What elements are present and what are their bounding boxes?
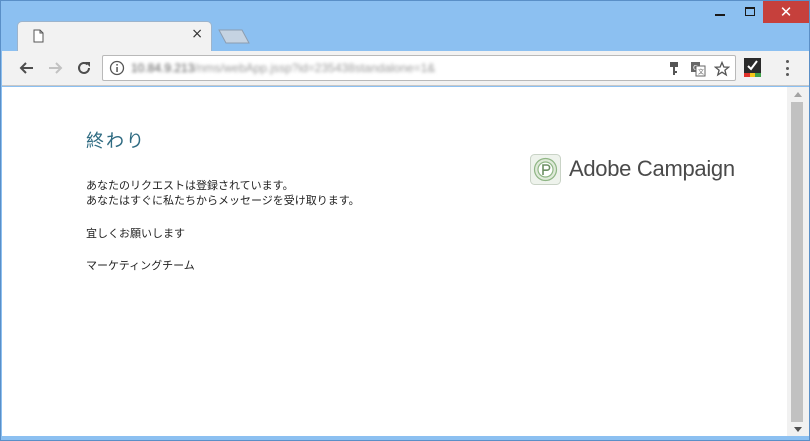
message-signature: マーケティングチーム — [86, 259, 195, 272]
translate-icon[interactable]: G文 — [689, 60, 707, 78]
browser-toolbar: 10.84.9.213/nms/webApp.jssp?id=235438sta… — [2, 51, 809, 86]
message-line-3: 宜しくお願いします — [86, 227, 185, 240]
page-title: 終わり — [86, 131, 146, 152]
extension-icon[interactable] — [744, 58, 761, 77]
svg-text:文: 文 — [698, 68, 704, 76]
adobe-campaign-logo-icon — [530, 153, 561, 185]
caret-up-icon — [794, 91, 802, 97]
scroll-down-button[interactable] — [787, 422, 809, 436]
forward-button[interactable] — [44, 57, 66, 79]
browser-window: × ✕ 10.84.9.213/nms/webApp.jssp?id=23543… — [0, 0, 810, 441]
arrow-left-icon — [19, 62, 33, 74]
message-line-2: あなたはすぐに私たちからメッセージを受け取ります。 — [86, 194, 360, 207]
new-tab-button[interactable] — [218, 29, 250, 44]
brand-name: Adobe Campaign — [569, 156, 735, 181]
maximize-icon — [745, 7, 755, 16]
scroll-thumb[interactable] — [791, 102, 803, 422]
window-close-button[interactable]: ✕ — [763, 1, 809, 23]
back-button[interactable] — [16, 57, 38, 79]
menu-kebab-icon[interactable] — [780, 59, 794, 77]
url-text: 10.84.9.213/nms/webApp.jssp?id=235438sta… — [131, 61, 435, 75]
page-icon — [33, 29, 44, 43]
key-icon[interactable] — [665, 60, 683, 78]
message-line-1: あなたのリクエストは登録されています。 — [86, 179, 294, 192]
tab-close-icon[interactable]: × — [191, 26, 203, 42]
browser-tab[interactable]: × — [17, 21, 212, 51]
minimize-icon — [715, 14, 725, 16]
url-host: 10.84.9.213 — [131, 61, 195, 75]
reload-icon — [78, 61, 90, 74]
close-icon: ✕ — [779, 3, 793, 21]
address-bar[interactable]: 10.84.9.213/nms/webApp.jssp?id=235438sta… — [102, 55, 736, 81]
info-icon[interactable] — [109, 60, 125, 76]
scroll-up-button[interactable] — [787, 87, 809, 101]
bookmark-star-icon[interactable] — [713, 60, 731, 78]
url-path: /nms/webApp.jssp?id=235438standalone=1& — [194, 61, 436, 75]
arrow-right-icon — [49, 62, 63, 74]
adobe-campaign-logo: Adobe Campaign — [530, 153, 735, 185]
vertical-scrollbar[interactable] — [787, 87, 809, 436]
reload-button[interactable] — [73, 57, 95, 79]
minimize-button[interactable] — [706, 1, 734, 23]
caret-down-icon — [794, 426, 802, 432]
maximize-button[interactable] — [736, 1, 764, 23]
page-content: 終わり あなたのリクエストは登録されています。 あなたはすぐに私たちからメッセー… — [2, 87, 787, 436]
